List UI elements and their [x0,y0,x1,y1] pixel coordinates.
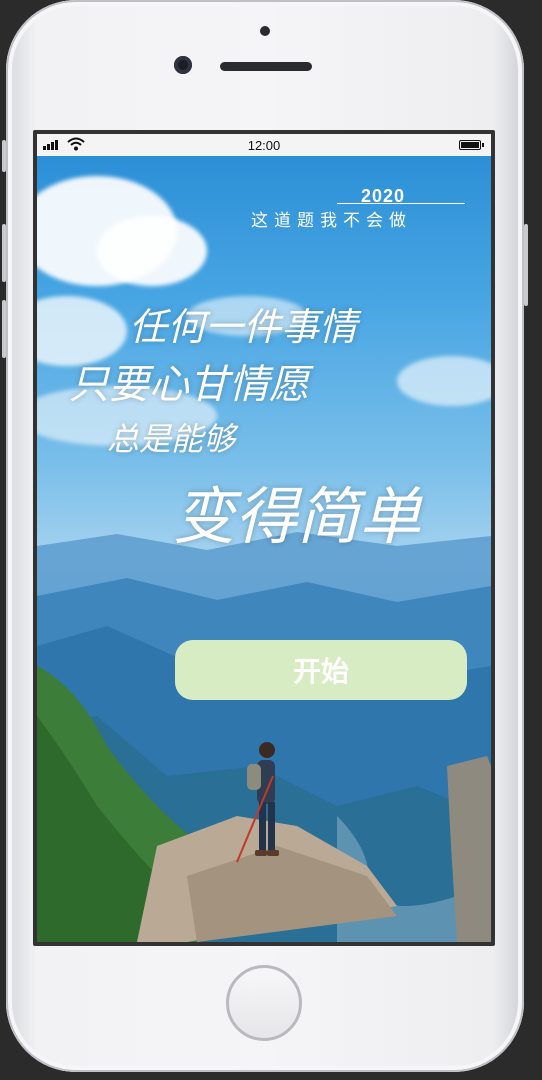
home-button[interactable] [226,965,302,1041]
battery-icon [459,140,484,150]
subtitle-text: 这道题我不会做 [251,211,412,231]
mountain-background: 2020 这道题我不会做 任何一件事情 只要心甘情愿 总是能够 变得简单 开始 [37,156,491,942]
signal-icon [43,140,58,150]
slogan-line-1: 任何一件事情 [129,305,358,349]
screen: 12:00 2020 这道题我不会做 任何一件事情 只要心甘情愿 总是能够 变得… [33,130,495,946]
volume-up-button [2,224,6,282]
proximity-sensor [260,26,270,36]
cloud-shape [97,216,207,286]
wifi-icon [67,137,85,151]
screen-content: 12:00 2020 这道题我不会做 任何一件事情 只要心甘情愿 总是能够 变得… [37,134,491,942]
status-bar: 12:00 [37,134,491,156]
start-button[interactable]: 开始 [175,640,467,700]
slogan-line-3: 总是能够 [107,420,236,458]
year-divider [337,203,465,204]
power-button [524,224,528,306]
front-camera [174,56,192,74]
cloud-shape [397,356,491,406]
mute-switch [2,140,6,172]
slogan-line-2: 只要心甘情愿 [69,362,309,408]
earpiece-speaker [220,62,312,71]
volume-down-button [2,300,6,358]
status-time: 12:00 [247,137,281,153]
slogan-line-4: 变得简单 [173,480,422,553]
hiker-figure [236,742,279,863]
